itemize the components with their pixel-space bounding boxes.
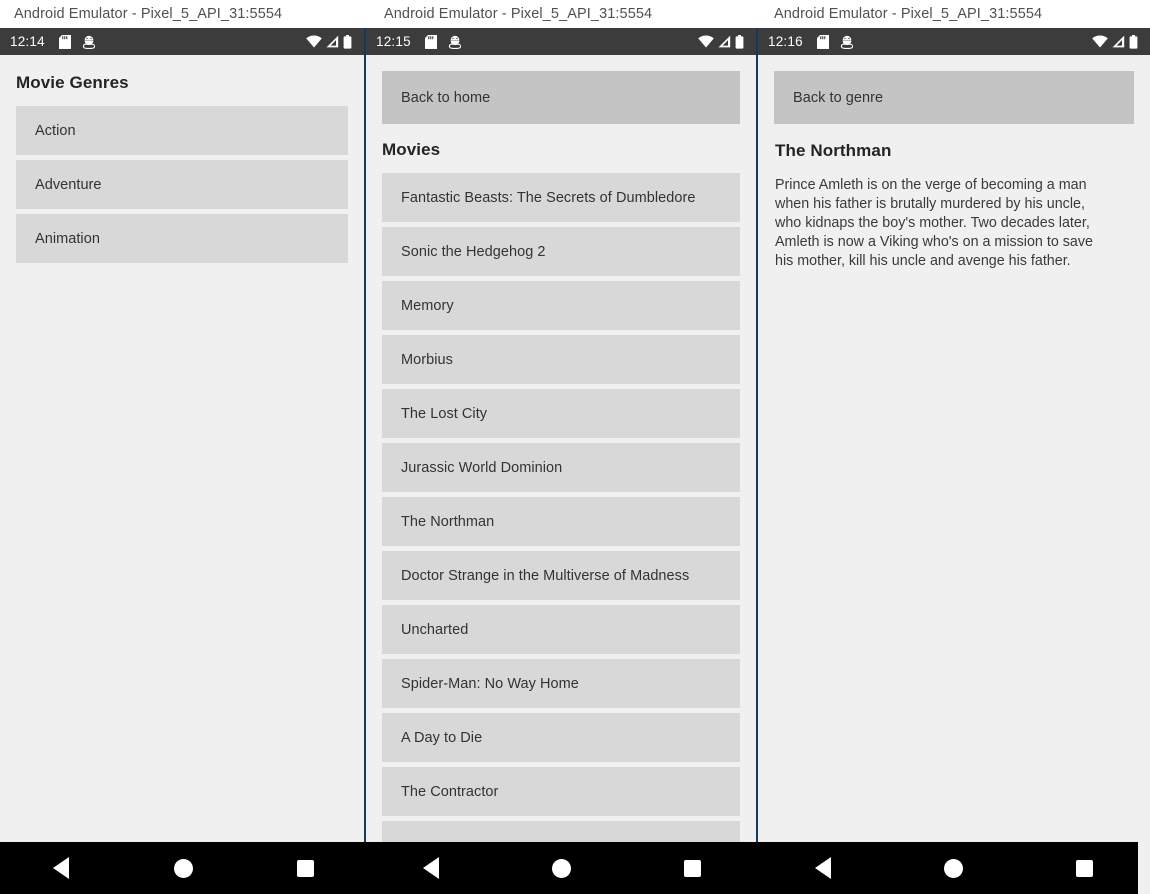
back-to-home-button[interactable]: Back to home	[382, 71, 740, 124]
status-time: 12:16	[768, 34, 803, 49]
genre-list-item[interactable]: Animation	[16, 214, 348, 263]
movie-list-item[interactable]: Morbius	[382, 335, 740, 384]
battery-icon	[1129, 34, 1138, 49]
window-title-1: Android Emulator - Pixel_5_API_31:5554	[14, 6, 283, 22]
navbar-right-gap	[1138, 842, 1150, 894]
movie-list-item[interactable]: Doctor Strange in the Multiverse of Madn…	[382, 551, 740, 600]
movie-list-item[interactable]: Sonic the Hedgehog 2	[382, 227, 740, 276]
back-to-home-bar: Back to home	[366, 55, 756, 124]
status-time: 12:14	[10, 34, 45, 49]
detail-app-body: Back to genre The Northman Prince Amleth…	[758, 55, 1150, 842]
movie-list-item[interactable]: Memory	[382, 281, 740, 330]
navigation-bar-2	[366, 842, 758, 894]
battery-icon	[735, 34, 744, 49]
cellular-signal-icon	[1112, 35, 1125, 48]
back-triangle-icon	[53, 857, 69, 879]
genres-app-body: Movie Genres Action Adventure Animation	[0, 55, 364, 842]
emulator-workspace: Android Emulator - Pixel_5_API_31:5554 A…	[0, 0, 1150, 894]
movie-list-item[interactable]: Spider-Man: No Way Home	[382, 659, 740, 708]
navigation-bar-3	[758, 842, 1150, 894]
movie-list-item[interactable]: Uncharted	[382, 605, 740, 654]
back-button[interactable]	[39, 846, 83, 890]
android-debug-icon	[840, 35, 854, 49]
back-to-genre-button[interactable]: Back to genre	[774, 71, 1134, 124]
android-navigation-bars	[0, 842, 1150, 894]
genre-list: Action Adventure Animation	[0, 93, 364, 263]
back-button[interactable]	[801, 846, 845, 890]
wifi-icon	[698, 35, 714, 48]
genre-list-item[interactable]: Adventure	[16, 160, 348, 209]
emulator-window-genres: 12:14 Movie Genres Action Adventure Anim…	[0, 28, 364, 842]
sd-card-icon	[58, 34, 71, 49]
navigation-bar-1	[0, 842, 366, 894]
home-button[interactable]	[932, 846, 976, 890]
recents-button[interactable]	[671, 846, 715, 890]
cellular-signal-icon	[326, 35, 339, 48]
movie-overview-text: Prince Amleth is on the verge of becomin…	[775, 177, 1093, 269]
back-button[interactable]	[409, 846, 453, 890]
status-bar-2: 12:15	[366, 28, 756, 55]
emulator-columns: 12:14 Movie Genres Action Adventure Anim…	[0, 28, 1150, 842]
emulator-window-detail: 12:16 Back to genre The Northman Prince …	[758, 28, 1150, 842]
movie-list-item[interactable]: The Northman	[382, 497, 740, 546]
page-title: Movie Genres	[16, 73, 129, 92]
cellular-signal-icon	[718, 35, 731, 48]
home-button[interactable]	[540, 846, 584, 890]
movie-list-item-partial[interactable]	[382, 821, 740, 842]
movie-list-item[interactable]: Fantastic Beasts: The Secrets of Dumbled…	[382, 173, 740, 222]
back-triangle-icon	[423, 857, 440, 879]
status-bar-3: 12:16	[758, 28, 1150, 55]
back-triangle-icon	[815, 857, 832, 879]
movie-list-item[interactable]: The Contractor	[382, 767, 740, 816]
emulator-window-movies: 12:15 Back to home Movies Fantastic Beas…	[366, 28, 756, 842]
movie-list-item[interactable]: Jurassic World Dominion	[382, 443, 740, 492]
recents-button[interactable]	[1063, 846, 1107, 890]
home-circle-icon	[552, 858, 572, 878]
section-title-movies: Movies	[382, 140, 441, 159]
sd-card-icon	[424, 34, 437, 49]
movie-list-item[interactable]: A Day to Die	[382, 713, 740, 762]
recents-square-icon	[1076, 859, 1094, 877]
wifi-icon	[306, 35, 322, 48]
window-title-bar-row: Android Emulator - Pixel_5_API_31:5554 A…	[0, 0, 1150, 28]
battery-icon	[343, 34, 352, 49]
window-title-2: Android Emulator - Pixel_5_API_31:5554	[384, 6, 653, 22]
wifi-icon	[1092, 35, 1108, 48]
recents-button[interactable]	[283, 846, 327, 890]
window-title-3: Android Emulator - Pixel_5_API_31:5554	[774, 6, 1043, 22]
status-time: 12:15	[376, 34, 411, 49]
sd-card-icon	[816, 34, 829, 49]
home-circle-icon	[944, 858, 964, 878]
home-circle-icon	[173, 858, 193, 878]
genre-list-item[interactable]: Action	[16, 106, 348, 155]
movie-list: Fantastic Beasts: The Secrets of Dumbled…	[366, 160, 756, 842]
android-debug-icon	[82, 35, 96, 49]
android-debug-icon	[448, 35, 462, 49]
home-button[interactable]	[161, 846, 205, 890]
movie-list-item[interactable]: The Lost City	[382, 389, 740, 438]
movies-app-body: Back to home Movies Fantastic Beasts: Th…	[366, 55, 756, 842]
back-to-genre-bar: Back to genre	[758, 55, 1150, 124]
recents-square-icon	[684, 859, 702, 877]
movie-detail-title: The Northman	[775, 141, 892, 160]
status-bar-1: 12:14	[0, 28, 364, 55]
recents-square-icon	[296, 859, 314, 877]
